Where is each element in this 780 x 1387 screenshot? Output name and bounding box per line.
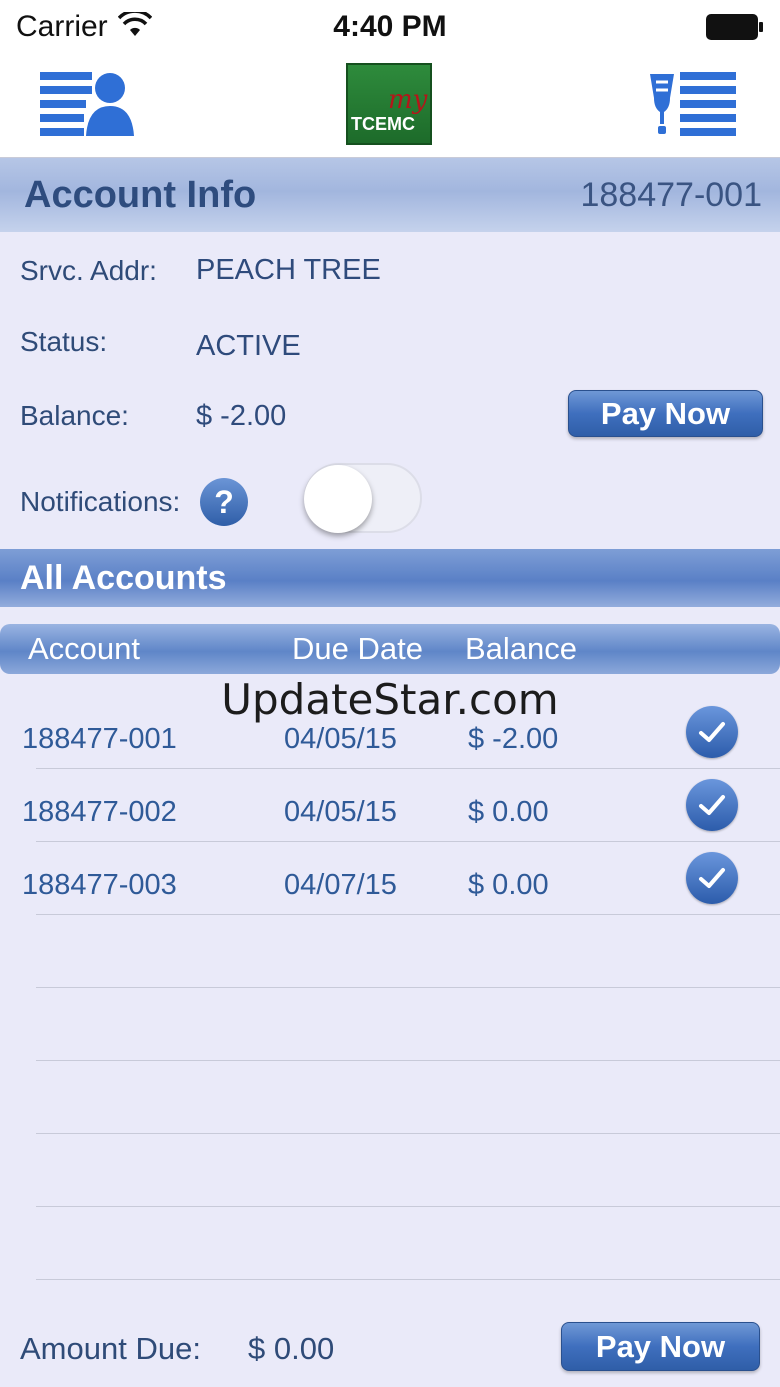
- status-label: Status:: [20, 326, 108, 357]
- row-divider: [36, 987, 780, 988]
- row-3-due-date: 04/07/15: [284, 869, 397, 901]
- help-icon[interactable]: ?: [200, 478, 248, 526]
- amount-due-value: $ 0.00: [248, 1331, 335, 1366]
- amount-due-label: Amount Due:: [20, 1331, 201, 1366]
- column-header-account: Account: [28, 631, 141, 666]
- column-header-due-date: Due Date: [292, 631, 423, 666]
- balance-label: Balance:: [20, 400, 129, 431]
- service-address-value: PEACH TREE: [196, 254, 381, 286]
- row-divider: [36, 914, 780, 915]
- logo-tcemc-text: TCEMC: [351, 114, 415, 134]
- row-divider: [36, 1206, 780, 1207]
- status-time: 4:40 PM: [333, 10, 447, 43]
- outage-list-icon[interactable]: [648, 68, 738, 138]
- balance-value: $ -2.00: [196, 400, 287, 432]
- column-header-balance: Balance: [465, 631, 578, 666]
- status-value: ACTIVE: [196, 330, 301, 362]
- row-1-account[interactable]: 188477-001: [22, 723, 177, 756]
- row-2-checkmark-icon[interactable]: [686, 779, 738, 831]
- row-1-checkmark-icon[interactable]: [686, 706, 738, 758]
- tcemc-logo: my TCEMC: [346, 63, 432, 145]
- row-divider: [36, 1060, 780, 1061]
- battery-icon: [706, 14, 763, 40]
- account-info-title: Account Info: [24, 174, 257, 216]
- row-3-account[interactable]: 188477-003: [22, 869, 177, 902]
- account-list-icon[interactable]: [40, 70, 134, 138]
- service-address-label: Srvc. Addr:: [20, 255, 157, 286]
- row-3-checkmark-icon[interactable]: [686, 852, 738, 904]
- row-2-due-date: 04/05/15: [284, 796, 397, 828]
- notifications-label: Notifications:: [20, 486, 181, 517]
- row-divider: [36, 841, 780, 842]
- watermark-text: UpdateStar.com: [221, 675, 559, 724]
- row-divider: [36, 768, 780, 769]
- row-1-due-date: 04/05/15: [284, 723, 397, 755]
- row-3-balance: $ 0.00: [468, 869, 549, 901]
- current-account-number: 188477-001: [580, 176, 762, 214]
- logo-my-text: my: [388, 85, 428, 115]
- row-2-account[interactable]: 188477-002: [22, 796, 177, 829]
- row-divider: [36, 1279, 780, 1280]
- all-accounts-title: All Accounts: [20, 559, 227, 597]
- toggle-knob[interactable]: [304, 465, 372, 533]
- row-1-balance: $ -2.00: [468, 723, 559, 755]
- footer-pay-now-button[interactable]: Pay Now: [561, 1322, 760, 1371]
- pay-now-button[interactable]: Pay Now: [568, 390, 763, 437]
- row-2-balance: $ 0.00: [468, 796, 549, 828]
- row-divider: [36, 1133, 780, 1134]
